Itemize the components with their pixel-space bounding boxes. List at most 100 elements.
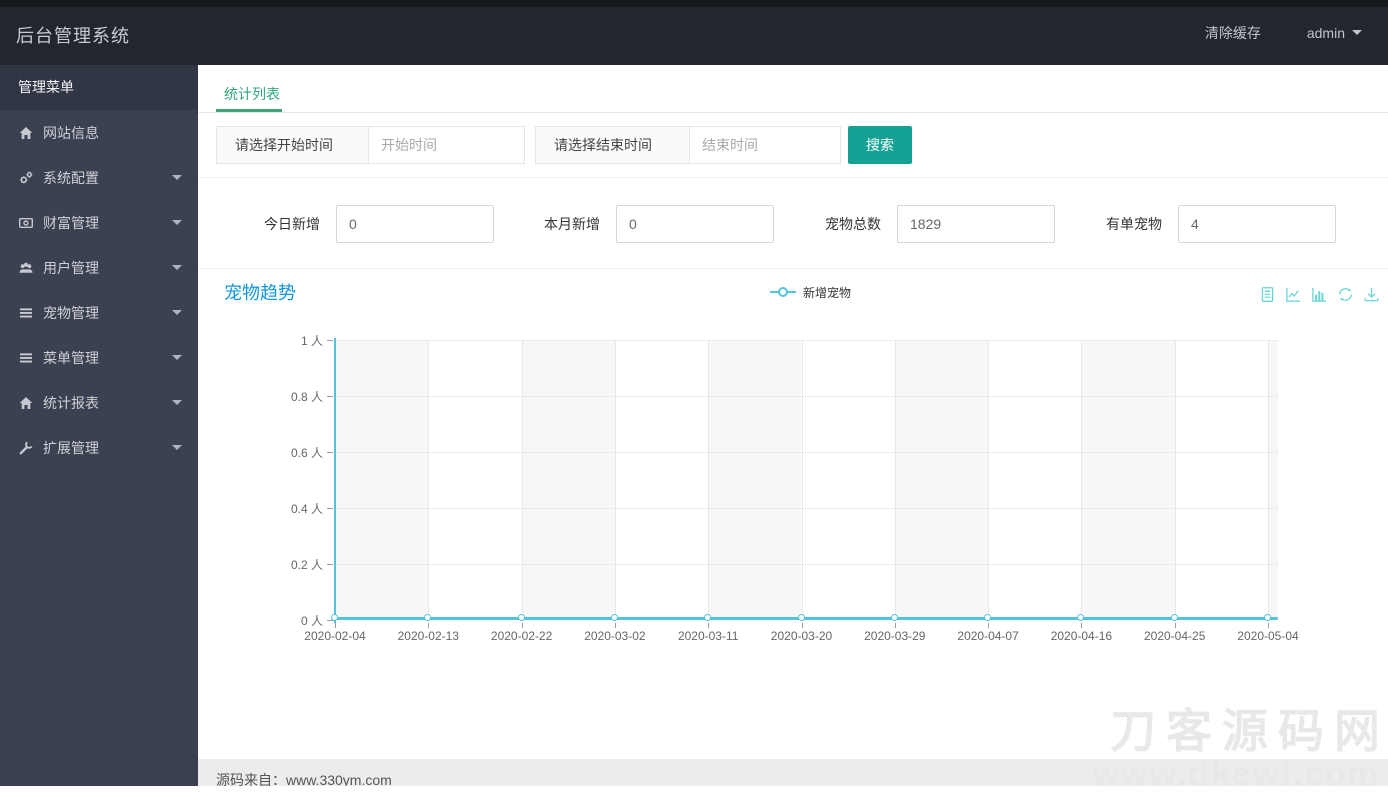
stat-today-new: 今日新增: [262, 205, 494, 243]
footer-text: 源码来自：www.330ym.com: [216, 772, 392, 786]
data-point-marker: [1170, 614, 1178, 621]
home-icon: [18, 395, 34, 411]
x-axis-tick: [1081, 623, 1083, 628]
sidebar-item-site-info[interactable]: 网站信息: [0, 110, 198, 155]
list-icon: [18, 305, 34, 321]
x-axis-tick: [428, 623, 430, 628]
x-axis-label: 2020-03-11: [677, 629, 739, 643]
restore-icon[interactable]: [1337, 286, 1354, 303]
y-axis-label: 1 人: [300, 334, 323, 348]
data-point-marker: [331, 614, 338, 621]
split-area-band: [335, 340, 429, 620]
wrench-icon: [18, 440, 34, 456]
end-time-group: 请选择结束时间: [535, 126, 841, 164]
split-area-band: [708, 340, 802, 620]
v-gridline: [988, 340, 990, 620]
x-axis-tick: [1268, 623, 1269, 628]
y-axis-label: 0.6 人: [290, 446, 323, 460]
caret-down-icon: [1352, 30, 1362, 35]
x-axis-label: 2020-03-29: [864, 629, 926, 643]
main-content: 统计列表 请选择开始时间 请选择结束时间 搜索 今日新增 本月新增 宠物总数 有…: [198, 65, 1388, 791]
pets-with-orders-input[interactable]: [1178, 205, 1336, 243]
start-time-addon-label: 请选择开始时间: [216, 126, 369, 164]
username-label: admin: [1306, 24, 1345, 41]
y-axis-label: 0.8 人: [290, 390, 323, 404]
sidebar-item-menu-management[interactable]: 菜单管理: [0, 335, 198, 380]
v-gridline: [1174, 340, 1176, 620]
line-chart-icon[interactable]: [1285, 286, 1302, 303]
v-gridline: [1268, 340, 1269, 620]
sidebar-heading: 管理菜单: [0, 65, 198, 110]
today-new-input[interactable]: [336, 205, 494, 243]
split-area-band: [894, 340, 989, 620]
users-icon: [18, 260, 34, 276]
v-gridline: [894, 340, 896, 620]
x-axis-tick: [801, 623, 803, 628]
divider: [198, 177, 1388, 178]
split-area-band: [521, 340, 615, 620]
h-gridline: [335, 340, 1278, 341]
sidebar-item-system-config[interactable]: 系统配置: [0, 155, 198, 200]
header-top-strip: [0, 0, 1388, 7]
tab-statistics-list[interactable]: 统计列表: [224, 65, 280, 113]
search-button[interactable]: 搜索: [848, 126, 912, 164]
user-menu[interactable]: admin: [1307, 25, 1362, 41]
h-gridline: [335, 396, 1278, 397]
data-point-marker: [797, 614, 805, 621]
stat-pets-with-orders: 有单宠物: [1104, 205, 1336, 243]
sidebar-item-extension-management[interactable]: 扩展管理: [0, 425, 198, 470]
split-area-band: [1268, 340, 1278, 620]
legend-item-new-pets[interactable]: 新增宠物: [770, 285, 851, 300]
header-actions: 清除缓存 admin: [1205, 0, 1362, 65]
chevron-down-icon: [172, 220, 182, 225]
sidebar-item-label: 系统配置: [43, 169, 99, 186]
x-axis-tick: [521, 623, 523, 628]
y-axis-tick: [327, 452, 333, 453]
y-axis-tick: [327, 396, 333, 397]
save-image-icon[interactable]: [1363, 286, 1380, 303]
footer-bar: 源码来自：www.330ym.com: [198, 759, 1388, 786]
chart-toolbox: [1259, 286, 1380, 303]
stat-label: 宠物总数: [825, 216, 881, 232]
pet-total-input[interactable]: [897, 205, 1055, 243]
start-time-input[interactable]: [369, 126, 525, 164]
sidebar: 管理菜单 网站信息 系统配置 财富管理 用户管理 宠物管理 菜单管理 统计报表 …: [0, 65, 198, 786]
y-axis-label: 0.4 人: [290, 502, 323, 516]
v-gridline: [801, 340, 803, 620]
legend-line-marker-icon: [770, 287, 796, 297]
chevron-down-icon: [172, 400, 182, 405]
end-time-input[interactable]: [690, 126, 841, 164]
chevron-down-icon: [172, 355, 182, 360]
bar-chart-icon[interactable]: [1311, 286, 1328, 303]
x-axis-label: 2020-02-13: [397, 629, 459, 643]
x-axis-tick: [335, 623, 336, 628]
sidebar-item-wealth-management[interactable]: 财富管理: [0, 200, 198, 245]
series-line: [335, 617, 1278, 620]
clear-cache-button[interactable]: 清除缓存: [1205, 23, 1261, 43]
x-axis-label: 2020-04-07: [957, 629, 1019, 643]
sidebar-item-pet-management[interactable]: 宠物管理: [0, 290, 198, 335]
home-icon: [18, 125, 34, 141]
chevron-down-icon: [172, 445, 182, 450]
y-axis-label: 0 人: [300, 614, 323, 628]
money-icon: [18, 215, 34, 231]
sidebar-item-label: 扩展管理: [43, 439, 99, 456]
sidebar-item-user-management[interactable]: 用户管理: [0, 245, 198, 290]
sidebar-item-label: 统计报表: [43, 394, 99, 411]
sidebar-item-statistics-report[interactable]: 统计报表: [0, 380, 198, 425]
x-axis-label: 2020-02-22: [490, 629, 553, 643]
data-view-icon[interactable]: [1259, 286, 1276, 303]
y-axis-tick: [327, 508, 333, 509]
x-axis-label: 2020-04-16: [1050, 629, 1113, 643]
x-axis-label: 2020-05-04: [1237, 629, 1299, 643]
sidebar-item-label: 宠物管理: [43, 304, 99, 321]
gears-icon: [18, 170, 34, 186]
x-axis-tick: [708, 623, 710, 628]
stat-label: 本月新增: [544, 216, 600, 232]
y-axis-tick: [327, 564, 333, 565]
sidebar-item-label: 菜单管理: [43, 349, 99, 366]
x-axis-tick: [988, 623, 990, 628]
v-gridline: [708, 340, 710, 620]
x-axis-label: 2020-02-04: [304, 629, 366, 643]
month-new-input[interactable]: [616, 205, 774, 243]
